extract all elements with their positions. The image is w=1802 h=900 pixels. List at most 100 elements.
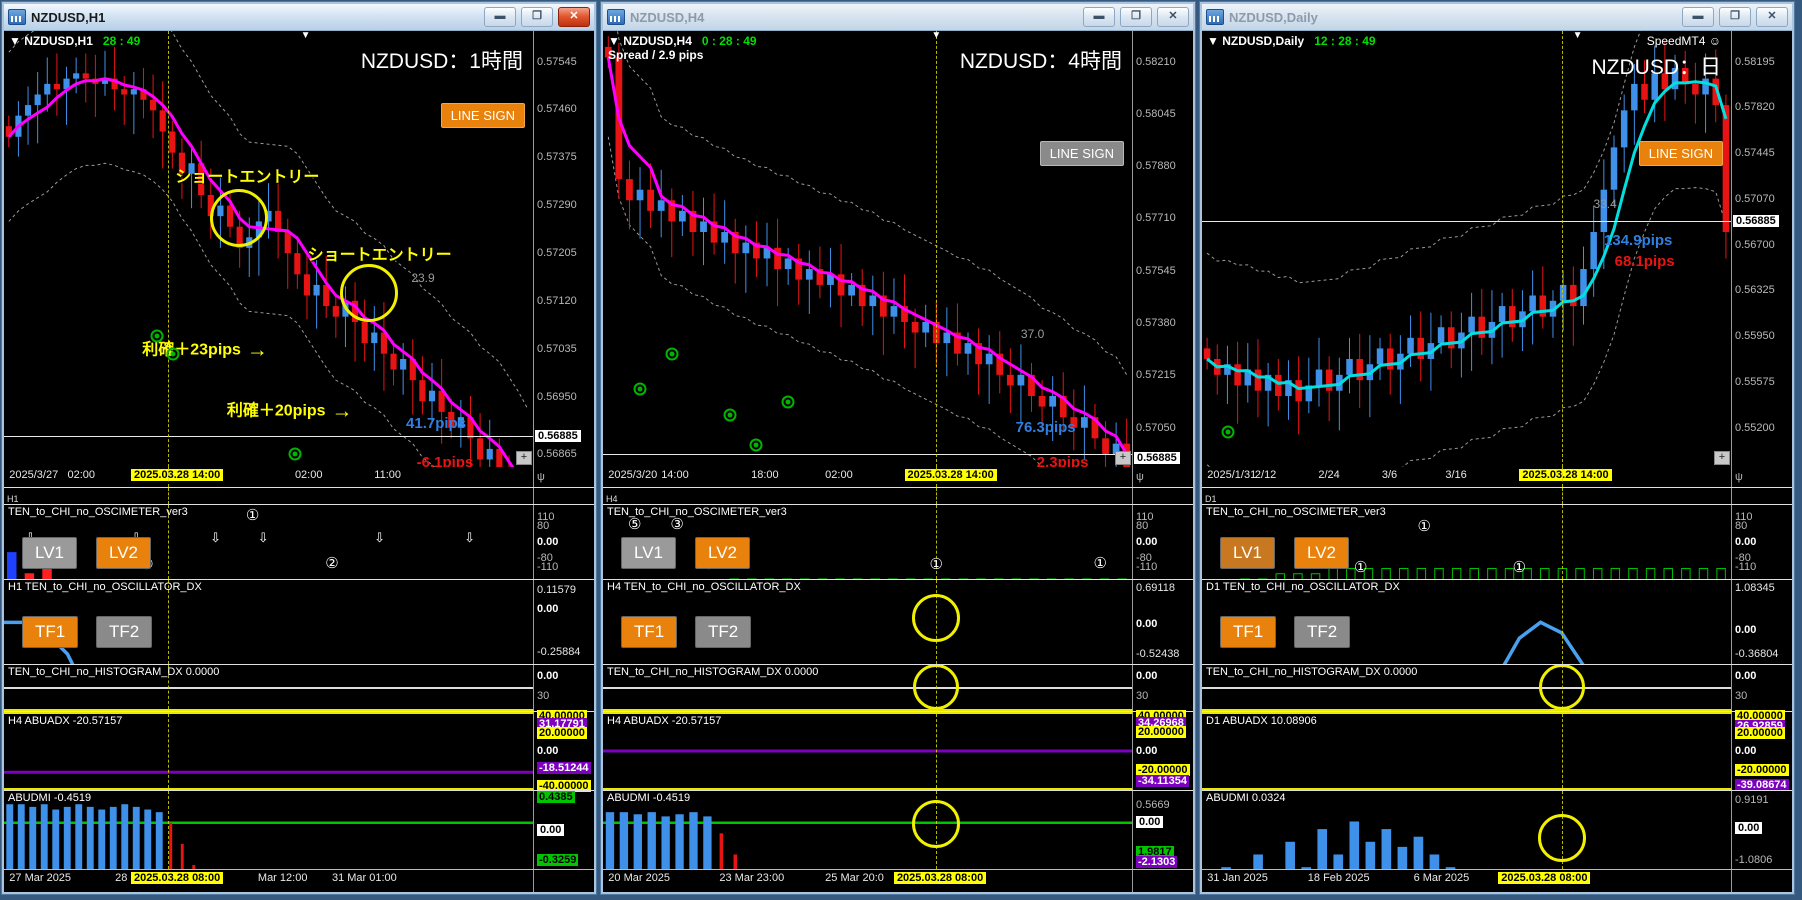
minimize-button[interactable]: ▬	[1083, 7, 1115, 27]
panel-row: H1	[4, 487, 594, 504]
window-titlebar[interactable]: NZDUSD,Daily ▬ ❐ ✕	[1202, 4, 1792, 31]
scale-label: 0.00	[1136, 617, 1158, 630]
lv1-button[interactable]: LV1	[1220, 537, 1275, 569]
trend-strip-svg	[4, 488, 533, 504]
tf2-button[interactable]: TF2	[1294, 616, 1351, 648]
chart-symbol-label: ▼ NZDUSD,H4 0 : 28 : 49 Spread / 2.9 pips	[608, 34, 757, 62]
histogram-row	[603, 687, 1132, 709]
scroll-marker-icon: ▼	[1572, 31, 1583, 41]
tf1-button[interactable]: TF1	[22, 616, 79, 648]
crosshair-vline	[167, 488, 169, 504]
date-axis-label: 23 Mar 23:00	[719, 872, 785, 884]
panel-scale: 40.00000 34.26968 20.00000 0.00 -20.00000 -34…	[1133, 709, 1193, 790]
line-sign-button[interactable]: LINE SIGN	[440, 103, 525, 128]
close-button[interactable]: ✕	[1756, 7, 1788, 27]
signal-number-marker: ①	[1353, 559, 1368, 577]
time-axis-label: 2025/3/27	[9, 469, 59, 481]
lv1-button[interactable]: LV1	[22, 537, 77, 569]
chart-client-area: ▼ ▼ NZDUSD,H4 0 : 28 : 49 Spread / 2.9 pips…	[603, 31, 1193, 892]
lv1-button[interactable]: LV1	[621, 537, 676, 569]
date-axis-label: 18 Feb 2025	[1307, 872, 1370, 884]
panel-row: H4 TEN_to_CHI_no_OSCILLATOR_DX TF1 TF2 0.69…	[603, 579, 1193, 664]
signal-dot-icon	[288, 447, 302, 461]
histogram-row	[4, 687, 533, 709]
histogram-row	[1202, 687, 1731, 709]
current-price-line	[4, 436, 533, 438]
line-sign-button[interactable]: LINE SIGN	[1638, 141, 1723, 166]
maximize-button[interactable]: ❐	[1120, 7, 1152, 27]
panel-row: D1	[1202, 487, 1792, 504]
chart-client-area: ▼ ▼ NZDUSD,Daily 12 : 28 : 49 SpeedMT4 ☺ NZD…	[1202, 31, 1792, 892]
scale-fix-button[interactable]: +	[516, 451, 532, 465]
dropdown-arrow-icon[interactable]: ▼	[608, 34, 623, 48]
minimize-button[interactable]: ▬	[484, 7, 516, 27]
time-axis-label: 02:00	[67, 469, 95, 481]
panel-row: TEN_to_CHI_no_OSCIMETER_ver3LV1LV2①①②⇩⇩⇩…	[4, 504, 594, 579]
close-button[interactable]: ✕	[1157, 7, 1189, 27]
time-axis-label: 2025.03.28 14:00	[130, 469, 224, 481]
date-axis-label: 2025.03.28 08:00	[893, 872, 987, 884]
tf2-button[interactable]: TF2	[96, 616, 153, 648]
scale-label: 0.00	[1136, 745, 1158, 757]
panel-plot: 31 Jan 2025 18 Feb 2025 6 Mar 2025 2025.03.…	[1202, 870, 1732, 892]
panel-row: TEN_to_CHI_no_OSCIMETER_ver3LV1LV2⑤③①①①1…	[603, 504, 1193, 579]
panel-row: ABUDMI -0.4519 0.5669 0.00 1.9817 -2.1303	[603, 790, 1193, 869]
scale-label: 0.00	[1136, 816, 1164, 829]
lv2-button[interactable]: LV2	[1294, 537, 1349, 569]
panel-row: ABUDMI -0.4519 0.4385 0.00 -0.3259	[4, 790, 594, 869]
dropdown-arrow-icon[interactable]: ▼	[1207, 34, 1222, 48]
panel-scale: 0.58210 0.58045 0.57880 0.57710 0.57545 0.573…	[1133, 31, 1193, 467]
maximize-button[interactable]: ❐	[521, 7, 553, 27]
tf2-button[interactable]: TF2	[695, 616, 752, 648]
scale-label: 0.56950	[537, 391, 577, 404]
line-sign-button[interactable]: LINE SIGN	[1039, 141, 1124, 166]
tf1-button[interactable]: TF1	[621, 616, 678, 648]
window-titlebar[interactable]: NZDUSD,H4 ▬ ❐ ✕	[603, 4, 1193, 31]
close-button[interactable]: ✕	[558, 7, 590, 27]
time-axis-label: 2025/3/20	[608, 469, 658, 481]
scale-label: 0.00	[537, 602, 559, 615]
crosshair-vline	[167, 31, 169, 467]
oscillator-title: H4 TEN_to_CHI_no_OSCILLATOR_DX	[607, 581, 801, 593]
date-axis-label: 6 Mar 2025	[1413, 872, 1470, 884]
date-axis-label: 2025.03.28 08:00	[130, 872, 224, 884]
candlestick-svg	[603, 31, 1132, 467]
lv2-button[interactable]: LV2	[695, 537, 750, 569]
entry-highlight-circle	[340, 263, 398, 322]
dropdown-arrow-icon[interactable]: ▼	[9, 34, 24, 48]
panel-plot: H1	[4, 488, 534, 504]
trade-annotation: ショートエントリー	[175, 168, 320, 186]
scale-fix-button[interactable]: +	[1714, 451, 1730, 465]
scale-label: 1.08345	[1735, 582, 1775, 595]
signal-number-marker: ①	[1512, 559, 1527, 577]
lv2-button[interactable]: LV2	[96, 537, 151, 569]
signal-dot-icon	[1221, 425, 1235, 439]
panel-scale: 40.00000 31.17791 20.00000 0.00 -18.51244 -40…	[534, 709, 594, 793]
date-axis-label: 31 Mar 01:00	[331, 872, 397, 884]
scale-label: 0.57215	[1136, 369, 1176, 382]
arrow-icon: →	[240, 338, 268, 362]
panel-plot[interactable]: ▼ ▼ NZDUSD,H1 28 : 49 NZDUSD：1時間 LINE SIGN 41…	[4, 31, 534, 467]
panel-plot: D1	[1202, 488, 1732, 504]
window-titlebar[interactable]: NZDUSD,H1 ▬ ❐ ✕	[4, 4, 594, 31]
time-axis-label: 02:00	[825, 469, 853, 481]
scale-label: -110	[537, 561, 559, 574]
scale-symbol: ψ	[1735, 471, 1743, 483]
panel-scale: ψ	[534, 467, 594, 487]
tf1-button[interactable]: TF1	[1220, 616, 1277, 648]
scale-label: -18.51244	[537, 762, 591, 775]
scale-label: 20.00000	[537, 727, 587, 740]
maximize-button[interactable]: ❐	[1719, 7, 1751, 27]
minimize-button[interactable]: ▬	[1682, 7, 1714, 27]
panel-plot: H4	[603, 488, 1133, 504]
panel-plot: 2025/3/27 02:00 2025.03.28 14:00 02:00 11:00	[4, 467, 534, 487]
panel-plot[interactable]: ▼ ▼ NZDUSD,Daily 12 : 28 : 49 SpeedMT4 ☺ NZD…	[1202, 31, 1732, 467]
scale-fix-button[interactable]: +	[1115, 451, 1131, 465]
scale-label: -2.1303	[1136, 855, 1178, 868]
chart-icon	[607, 9, 625, 25]
panel-plot[interactable]: ▼ ▼ NZDUSD,H4 0 : 28 : 49 Spread / 2.9 pips…	[603, 31, 1133, 467]
panel-row: H4 ABUADX -20.57157 40.00000 31.17791 20.00…	[4, 709, 594, 793]
scale-label: 0.57445	[1735, 147, 1775, 160]
scale-label: 0.9191	[1735, 794, 1769, 807]
oscimeter-title: TEN_to_CHI_no_OSCIMETER_ver3	[1206, 506, 1386, 518]
